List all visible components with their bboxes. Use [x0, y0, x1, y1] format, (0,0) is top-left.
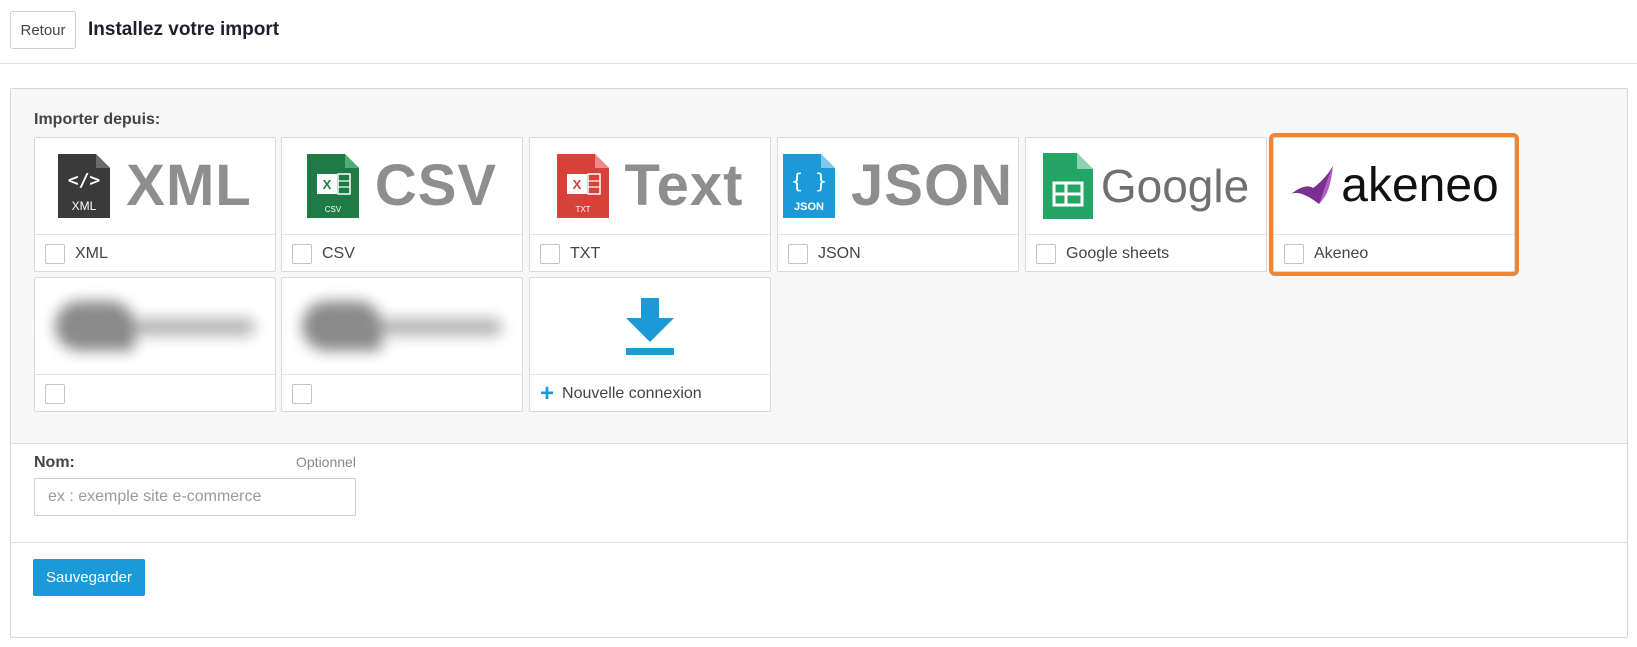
new-connection-card[interactable]: + Nouvelle connexion	[529, 277, 771, 412]
akeneo-logo: akeneo	[1274, 138, 1514, 234]
svg-text:CSV: CSV	[325, 205, 342, 214]
json-file-icon: { } JSON	[783, 154, 836, 218]
csv-logo-text: CSV	[374, 153, 498, 218]
card-footer: TXT	[530, 234, 770, 272]
source-card-xml[interactable]: </> XML XML XML	[34, 137, 276, 272]
card-label-csv: CSV	[322, 244, 355, 262]
checkbox-blurred-1[interactable]	[45, 383, 65, 404]
txt-logo-text: Text	[624, 153, 744, 218]
top-bar: Retour Installez votre import	[0, 0, 1637, 64]
back-button[interactable]: Retour	[10, 11, 76, 49]
new-connection-label[interactable]: Nouvelle connexion	[562, 385, 702, 403]
optional-label: Optionnel	[296, 454, 356, 470]
card-label-xml: XML	[75, 244, 108, 262]
card-footer	[282, 374, 522, 412]
xml-logo: </> XML XML	[35, 138, 275, 234]
txt-logo: X TXT Text	[530, 138, 770, 234]
csv-logo: X CSV CSV	[282, 138, 522, 234]
source-card-json[interactable]: { } JSON JSON JSON	[777, 137, 1019, 272]
card-footer: JSON	[778, 234, 1018, 272]
card-label-json: JSON	[818, 244, 861, 262]
checkbox-blurred-2[interactable]	[292, 383, 312, 404]
blurred-logo	[35, 278, 275, 374]
name-input[interactable]	[34, 478, 356, 516]
source-card-blurred-1[interactable]	[34, 277, 276, 412]
blurred-logo-icon	[292, 293, 512, 359]
google-sheets-icon	[1042, 153, 1093, 219]
card-footer	[35, 374, 275, 412]
csv-file-icon: X CSV	[306, 154, 359, 218]
card-label-akeneo: Akeneo	[1314, 244, 1369, 262]
card-footer: XML	[35, 234, 275, 272]
svg-text:X: X	[572, 177, 581, 192]
new-connection-logo	[530, 278, 770, 374]
svg-text:XML: XML	[72, 199, 97, 213]
download-icon	[626, 298, 674, 355]
svg-text:{ }: { }	[791, 169, 827, 193]
checkbox-csv[interactable]	[292, 243, 312, 264]
blurred-logo	[282, 278, 522, 374]
svg-text:</>: </>	[68, 170, 101, 191]
google-logo-text: Google	[1100, 160, 1250, 212]
xml-file-icon: </> XML	[58, 154, 111, 218]
svg-text:TXT: TXT	[575, 205, 590, 214]
source-card-txt[interactable]: X TXT Text TXT	[529, 137, 771, 272]
sources-label: Importer depuis:	[34, 111, 161, 128]
card-footer: Google sheets	[1026, 234, 1266, 272]
source-card-akeneo[interactable]: akeneo Akeneo	[1269, 133, 1519, 276]
checkbox-json[interactable]	[788, 243, 808, 264]
svg-text:X: X	[323, 177, 332, 192]
card-footer: + Nouvelle connexion	[530, 374, 770, 412]
page-title: Installez votre import	[88, 19, 280, 40]
xml-logo-text: XML	[126, 153, 252, 218]
plus-icon: +	[540, 379, 555, 407]
checkbox-google-sheets[interactable]	[1036, 243, 1056, 264]
google-sheets-logo: Google	[1026, 138, 1266, 234]
card-label-google-sheets: Google sheets	[1066, 244, 1170, 262]
checkbox-txt[interactable]	[540, 243, 560, 264]
import-panel: Importer depuis: </> XML XML XML X CSV C…	[10, 88, 1628, 638]
svg-text:JSON: JSON	[794, 201, 824, 213]
json-logo: { } JSON JSON	[778, 138, 1018, 234]
card-label-txt: TXT	[570, 244, 601, 262]
checkbox-xml[interactable]	[45, 243, 65, 264]
sources-section: Importer depuis: </> XML XML XML X CSV C…	[11, 89, 1627, 444]
json-logo-text: JSON	[851, 153, 1013, 218]
akeneo-logo-icon	[1291, 166, 1334, 204]
checkbox-akeneo[interactable]	[1284, 243, 1304, 264]
name-label: Nom:	[34, 454, 75, 471]
card-footer: CSV	[282, 234, 522, 272]
source-card-blurred-2[interactable]	[281, 277, 523, 412]
divider	[11, 542, 1627, 543]
txt-file-icon: X TXT	[556, 154, 609, 218]
blurred-logo-icon	[45, 293, 265, 359]
save-button[interactable]: Sauvegarder	[33, 559, 145, 596]
source-card-csv[interactable]: X CSV CSV CSV	[281, 137, 523, 272]
card-footer: Akeneo	[1274, 234, 1514, 272]
source-card-google-sheets[interactable]: Google Google sheets	[1025, 137, 1267, 272]
akeneo-logo-text: akeneo	[1341, 159, 1499, 212]
